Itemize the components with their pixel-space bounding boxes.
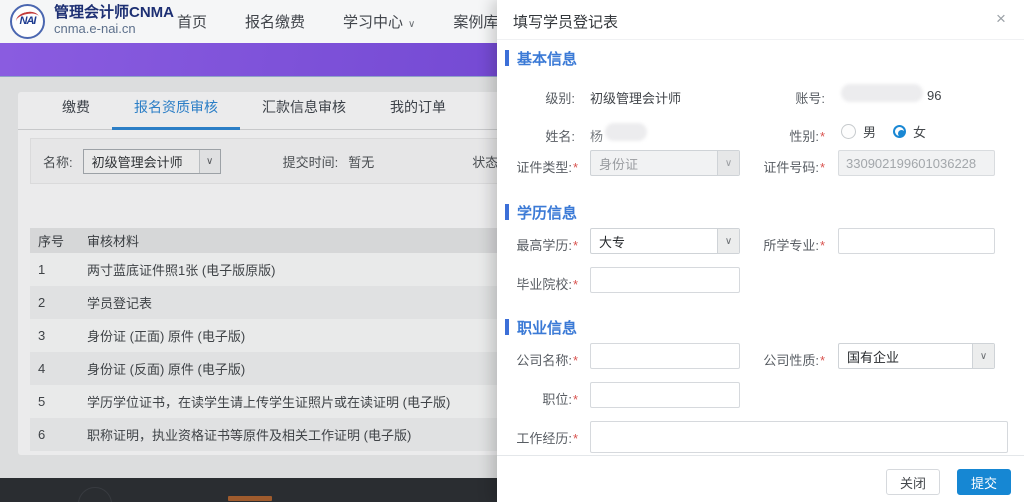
education-label: 最高学历:* — [516, 238, 578, 253]
company-input[interactable] — [590, 343, 740, 369]
chevron-down-icon: ∨ — [972, 344, 994, 368]
nav-item-home[interactable]: 首页 — [158, 11, 226, 32]
section-basic-info: 基本信息 — [505, 49, 577, 68]
chevron-down-icon: ∨ — [408, 19, 416, 30]
required-asterisk: * — [572, 431, 578, 446]
level-select-value: 初级管理会计师 — [91, 154, 183, 170]
drawer-title: 填写学员登记表 — [513, 14, 619, 31]
tab-payment[interactable]: 缴费 — [40, 97, 112, 130]
section-education-info: 学历信息 — [505, 203, 577, 222]
nav-item-enroll-pay[interactable]: 报名缴费 — [226, 11, 324, 32]
id-type-select: 身份证 ∨ — [590, 150, 740, 176]
required-asterisk: * — [572, 238, 578, 253]
radio-circle-icon — [841, 124, 856, 139]
submit-time-label: 提交时间: — [282, 154, 339, 170]
brand-logo-icon[interactable]: NAI — [10, 4, 45, 39]
id-type-label: 证件类型:* — [516, 160, 578, 175]
tab-my-orders[interactable]: 我的订单 — [368, 97, 468, 130]
filter-name-label: 名称: — [43, 154, 73, 170]
drawer-footer: 关闭 提交 — [497, 455, 1024, 502]
registration-form-drawer: 填写学员登记表 × 基本信息 级别: 初级管理会计师 账号: 96 姓名: 杨 … — [497, 0, 1024, 502]
work-exp-label: 工作经历:* — [516, 431, 578, 446]
major-label: 所学专业:* — [763, 238, 825, 253]
required-asterisk: * — [819, 160, 825, 175]
school-input[interactable] — [590, 267, 740, 293]
footer-logo-icon — [78, 487, 112, 502]
chevron-down-icon: ∨ — [198, 149, 220, 173]
required-asterisk: * — [819, 238, 825, 253]
close-icon[interactable]: × — [990, 8, 1012, 30]
name-redacted-blur — [605, 123, 647, 141]
nav-item-learning-center[interactable]: 学习中心 ∨ — [324, 11, 434, 32]
tab-qualification-review[interactable]: 报名资质审核 — [112, 97, 240, 130]
chevron-down-icon: ∨ — [717, 151, 739, 175]
position-input[interactable] — [590, 382, 740, 408]
close-button[interactable]: 关闭 — [886, 469, 940, 495]
col-header-no: 序号 — [38, 234, 65, 249]
chevron-down-icon: ∨ — [717, 229, 739, 253]
school-label: 毕业院校:* — [516, 277, 578, 292]
position-label: 职位:* — [542, 392, 578, 407]
section-bar — [505, 319, 509, 335]
education-select[interactable]: 大专 ∨ — [590, 228, 740, 254]
drawer-header: 填写学员登记表 × — [497, 0, 1024, 40]
level-label: 级别: — [545, 91, 575, 106]
section-bar — [505, 50, 509, 66]
submit-button[interactable]: 提交 — [957, 469, 1011, 495]
major-input[interactable] — [838, 228, 995, 254]
tab-remittance-review[interactable]: 汇款信息审核 — [240, 97, 368, 130]
level-select[interactable]: 初级管理会计师 ∨ — [82, 148, 221, 174]
company-type-select[interactable]: 国有企业 ∨ — [838, 343, 995, 369]
work-exp-input[interactable] — [590, 421, 1008, 453]
required-asterisk: * — [819, 129, 825, 144]
account-value: 96 — [927, 88, 942, 103]
brand-subtitle: cnma.e-nai.cn — [54, 21, 136, 36]
required-asterisk: * — [572, 160, 578, 175]
required-asterisk: * — [572, 353, 578, 368]
app-window: NAI 管理会计师CNMA cnma.e-nai.cn 首页 报名缴费 学习中心… — [0, 0, 1024, 502]
brand-title: 管理会计师CNMA — [54, 4, 174, 21]
submit-time-value: 暂无 — [348, 154, 375, 170]
level-value: 初级管理会计师 — [590, 91, 682, 106]
name-value: 杨 — [590, 129, 604, 144]
account-redacted-blur — [841, 84, 923, 102]
company-label: 公司名称:* — [516, 353, 578, 368]
gender-radio-female[interactable]: 女 — [893, 122, 926, 141]
name-label: 姓名: — [545, 129, 575, 144]
gender-radio-male[interactable]: 男 — [841, 122, 876, 141]
required-asterisk: * — [572, 392, 578, 407]
account-label: 账号: — [795, 91, 825, 106]
section-career-info: 职业信息 — [505, 318, 577, 337]
id-number-label: 证件号码:* — [763, 160, 825, 175]
logo-text: NAI — [19, 15, 37, 27]
company-type-label: 公司性质:* — [763, 353, 825, 368]
required-asterisk: * — [819, 353, 825, 368]
gender-label: 性别:* — [789, 129, 825, 144]
id-number-input — [838, 150, 995, 176]
section-bar — [505, 204, 509, 220]
footer-decoration — [228, 496, 272, 501]
radio-circle-selected-icon — [893, 125, 906, 138]
brand-block[interactable]: 管理会计师CNMA cnma.e-nai.cn — [54, 5, 174, 37]
required-asterisk: * — [572, 277, 578, 292]
